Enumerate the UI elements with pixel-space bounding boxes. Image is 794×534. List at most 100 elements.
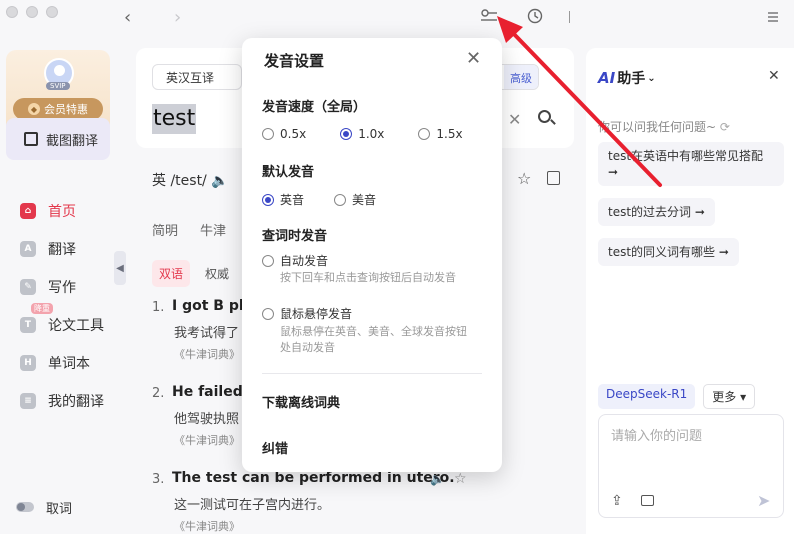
suggestion-chip[interactable]: test的同义词有哪些 ➞ <box>598 238 739 266</box>
accent-option-uk[interactable]: 英音 <box>262 191 304 208</box>
sidebar-item-label: 论文工具 <box>48 318 104 334</box>
vip-offer-button[interactable]: ◆ 会员特惠 <box>13 98 103 120</box>
example-chinese: 他驾驶执照 <box>174 412 240 427</box>
suggestion-chip[interactable]: test的过去分词 ➞ <box>598 198 715 226</box>
auto-pronounce-option: 自动发音 <box>262 252 328 269</box>
accent-label: 英音 <box>280 193 305 207</box>
example-number: 2. <box>152 386 165 401</box>
radio-button[interactable] <box>262 307 274 320</box>
sidebar-item-wordbook[interactable]: H 单词本 <box>20 344 104 382</box>
search-input[interactable]: test <box>152 104 197 134</box>
screenshot-translate-button[interactable]: 截图翻译 <box>6 118 110 160</box>
toggle-label: 取词 <box>46 501 73 517</box>
speed-option-10[interactable]: 1.0x <box>340 127 384 141</box>
note-icon[interactable] <box>547 171 560 185</box>
toolbar-divider <box>569 11 570 23</box>
speed-label: 1.0x <box>358 127 385 141</box>
speaker-icon[interactable]: 🔈 <box>430 472 445 486</box>
pronunciation-settings-dialog: 发音设置 ✕ 发音速度（全局） 0.5x 1.0x 1.5x 默认发音 英音 美… <box>242 38 502 472</box>
chevron-right-icon[interactable]: › <box>174 7 181 28</box>
paper-icon: T <box>20 317 36 333</box>
ai-hint: 你可以问我任何问题~ ⟳ <box>598 118 730 135</box>
example-source: 《牛津词典》 <box>174 434 240 447</box>
suggestion-text: test在英语中有哪些常见搭配 <box>608 149 764 163</box>
pill-bilingual[interactable]: 双语 <box>152 260 191 287</box>
sidebar-item-write[interactable]: ✎ 写作 <box>20 268 104 306</box>
window-controls <box>6 6 58 18</box>
pill-authority[interactable]: 权威 <box>198 260 236 287</box>
ai-input-placeholder: 请输入你的问题 <box>611 429 703 444</box>
capture-toggle[interactable] <box>16 502 34 512</box>
favorite-star-icon[interactable]: ☆ <box>454 471 467 487</box>
example-chinese: 这一测试可在子宫内进行。 <box>174 498 331 513</box>
ai-question-input[interactable]: 请输入你的问题 ⇪ ➤ <box>598 414 784 518</box>
hamburger-icon[interactable] <box>767 11 779 23</box>
collapse-sidebar-button[interactable]: ◀ <box>114 251 126 285</box>
image-icon[interactable] <box>641 495 654 506</box>
clear-icon[interactable]: ✕ <box>508 110 521 129</box>
more-models-button[interactable]: 更多 ▾ <box>703 384 756 409</box>
example-filter: 双语 权威 <box>152 260 236 287</box>
close-icon[interactable]: ✕ <box>768 68 780 84</box>
sidebar: SVIP ◆ 会员特惠 截图翻译 ⌂ 首页 A 翻译 ✎ 写作 T 降重 论文工… <box>0 30 118 534</box>
phonetic: 英 /test/ 🔈 <box>152 170 229 190</box>
radio-button[interactable] <box>262 128 274 140</box>
accent-option-us[interactable]: 美音 <box>334 191 376 208</box>
sidebar-item-label: 单词本 <box>48 356 90 372</box>
ai-assistant-panel: AI 助手 ⌄ ✕ 你可以问我任何问题~ ⟳ test在英语中有哪些常见搭配 ➞… <box>586 48 794 534</box>
tab-concise[interactable]: 简明 <box>152 220 178 239</box>
screenshot-translate-label: 截图翻译 <box>46 133 99 149</box>
auto-pronounce-radio[interactable]: 自动发音 <box>262 252 328 269</box>
sidebar-item-my-translation[interactable]: ≡ 我的翻译 <box>20 382 104 420</box>
radio-button-selected[interactable] <box>262 193 274 206</box>
send-icon[interactable]: ➤ <box>757 491 770 510</box>
hover-pronounce-radio[interactable]: 鼠标悬停发音 <box>262 305 352 322</box>
radio-button[interactable] <box>418 128 431 140</box>
radio-button[interactable] <box>334 193 347 206</box>
language-select[interactable]: 英汉互译 <box>152 64 242 90</box>
model-select-button[interactable]: DeepSeek-R1 <box>598 384 696 409</box>
speaker-icon[interactable]: 🔈 <box>211 173 228 189</box>
speed-options: 0.5x 1.0x 1.5x <box>262 127 463 141</box>
search-icon[interactable] <box>538 110 551 123</box>
close-window-button[interactable] <box>6 6 18 18</box>
radio-button[interactable] <box>262 254 274 267</box>
speed-option-15[interactable]: 1.5x <box>418 127 463 141</box>
settings-sliders-icon[interactable] <box>480 8 498 24</box>
speed-label: 0.5x <box>280 127 307 141</box>
favorite-star-icon[interactable]: ☆ <box>517 169 531 188</box>
mode-option-advanced[interactable]: 高级 <box>504 65 538 89</box>
minimize-window-button[interactable] <box>26 6 38 18</box>
toggle-row-select[interactable]: 划词 <box>16 524 72 534</box>
model-row: DeepSeek-R1 更多 ▾ <box>598 384 756 409</box>
refresh-icon[interactable]: ⟳ <box>720 120 730 134</box>
hover-pronounce-desc: 鼠标悬停在英音、美音、全球发音按钮处自动发音 <box>280 325 467 354</box>
clock-icon[interactable] <box>527 8 543 24</box>
svip-badge: SVIP <box>46 82 70 90</box>
phonetic-text: /test/ <box>170 173 207 189</box>
sidebar-item-label: 写作 <box>48 280 76 296</box>
tab-oxford[interactable]: 牛津 <box>200 220 226 239</box>
app-window: ‹ › SVIP ◆ 会员特惠 截图翻译 ⌂ 首页 A 翻译 ✎ 写作 T 降重… <box>0 0 794 534</box>
pen-icon: ✎ <box>20 279 36 295</box>
ai-title[interactable]: AI 助手 ⌄ <box>598 68 656 88</box>
suggestion-chip[interactable]: test在英语中有哪些常见搭配 ➞ <box>598 142 784 186</box>
upload-icon[interactable]: ⇪ <box>611 493 623 509</box>
correction-link[interactable]: 纠错 <box>262 438 288 457</box>
toggle-row-capture[interactable]: 取词 <box>16 490 72 524</box>
crop-icon <box>24 132 38 146</box>
speed-option-05[interactable]: 0.5x <box>262 127 306 141</box>
sidebar-item-paper-tools[interactable]: T 降重 论文工具 <box>20 303 104 344</box>
default-accent-title: 默认发音 <box>262 165 315 180</box>
chevron-left-icon[interactable]: ‹ <box>124 7 131 28</box>
zoom-window-button[interactable] <box>46 6 58 18</box>
sidebar-item-home[interactable]: ⌂ 首页 <box>20 192 104 230</box>
suggestion-text: test的同义词有哪些 <box>608 245 716 259</box>
example-source: 《牛津词典》 <box>174 520 240 533</box>
close-icon[interactable]: ✕ <box>466 48 481 69</box>
download-offline-dict-link[interactable]: 下载离线词典 <box>262 392 340 411</box>
sidebar-item-translate[interactable]: A 翻译 <box>20 230 104 268</box>
radio-button-selected[interactable] <box>340 128 353 140</box>
my-translation-icon: ≡ <box>20 393 36 409</box>
example-english: The test can be performed in utero. <box>172 470 455 486</box>
